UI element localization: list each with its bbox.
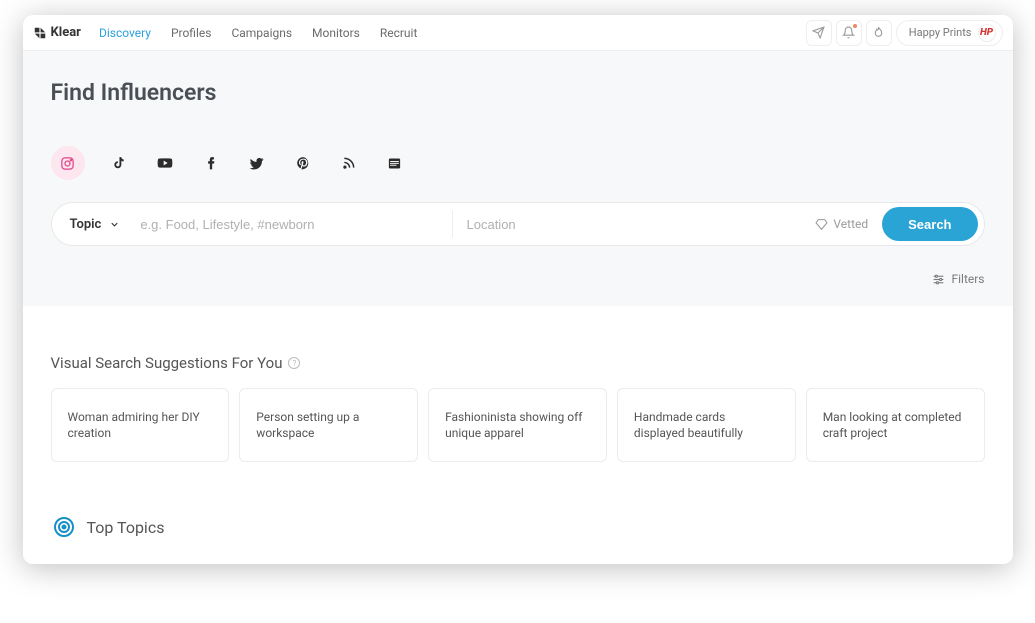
top-topics-label: Top Topics xyxy=(87,518,165,537)
paper-plane-icon xyxy=(812,26,825,39)
brand-logo[interactable]: Klear xyxy=(33,25,81,40)
website-icon xyxy=(387,156,402,171)
main-nav: Discovery Profiles Campaigns Monitors Re… xyxy=(99,26,417,40)
platform-twitter[interactable] xyxy=(245,151,269,175)
vetted-toggle[interactable]: Vetted xyxy=(801,217,882,231)
location-input[interactable] xyxy=(459,217,802,232)
account-menu[interactable]: Happy Prints HP xyxy=(896,20,1003,46)
filters-button[interactable]: Filters xyxy=(932,272,984,286)
suggestion-card[interactable]: Person setting up a workspace xyxy=(239,388,418,462)
help-icon[interactable]: ? xyxy=(288,357,300,369)
rss-icon xyxy=(342,156,356,170)
topbar: Klear Discovery Profiles Campaigns Monit… xyxy=(23,15,1013,51)
brand-icon xyxy=(33,26,47,40)
lower-section: Visual Search Suggestions For You ? Woma… xyxy=(23,306,1013,564)
nav-profiles[interactable]: Profiles xyxy=(171,26,212,40)
platform-tiktok[interactable] xyxy=(107,151,131,175)
bell-icon xyxy=(842,26,855,39)
suggestions-heading: Visual Search Suggestions For You xyxy=(51,354,283,372)
diamond-icon xyxy=(815,218,828,231)
tiktok-icon xyxy=(112,156,126,170)
suggestion-card[interactable]: Fashioninista showing off unique apparel xyxy=(428,388,607,462)
vetted-label: Vetted xyxy=(833,217,868,231)
chevron-down-icon xyxy=(109,219,120,230)
topic-dropdown-label: Topic xyxy=(70,217,102,232)
suggestions-grid: Woman admiring her DIY creation Person s… xyxy=(51,388,985,462)
top-topics-row: Top Topics xyxy=(51,514,985,540)
nav-discovery[interactable]: Discovery xyxy=(99,26,151,40)
page-title: Find Influencers xyxy=(51,79,985,106)
platform-pinterest[interactable] xyxy=(291,151,315,175)
search-button[interactable]: Search xyxy=(882,207,977,241)
topbar-right: Happy Prints HP xyxy=(806,20,1003,46)
suggestion-card[interactable]: Woman admiring her DIY creation xyxy=(51,388,230,462)
platform-facebook[interactable] xyxy=(199,151,223,175)
suggestions-heading-row: Visual Search Suggestions For You ? xyxy=(51,354,985,372)
filters-label: Filters xyxy=(951,272,984,286)
search-bar: Topic Vetted Search xyxy=(51,202,985,246)
account-avatar: HP xyxy=(978,24,996,42)
pinterest-icon xyxy=(296,156,310,170)
notifications-button[interactable] xyxy=(836,20,862,46)
send-button[interactable] xyxy=(806,20,832,46)
topic-dropdown[interactable]: Topic xyxy=(70,217,133,232)
target-icon xyxy=(51,514,77,540)
activity-button[interactable] xyxy=(866,20,892,46)
youtube-icon xyxy=(157,155,173,171)
divider xyxy=(452,210,453,238)
nav-campaigns[interactable]: Campaigns xyxy=(231,26,292,40)
instagram-icon xyxy=(60,156,75,171)
suggestion-card[interactable]: Handmade cards displayed beautifully xyxy=(617,388,796,462)
platform-website[interactable] xyxy=(383,151,407,175)
platform-rss[interactable] xyxy=(337,151,361,175)
filters-row: Filters xyxy=(51,272,985,286)
platform-selector xyxy=(51,146,985,180)
topic-input[interactable] xyxy=(132,217,445,232)
nav-recruit[interactable]: Recruit xyxy=(380,26,418,40)
suggestion-card[interactable]: Man looking at completed craft project xyxy=(806,388,985,462)
discovery-hero: Find Influencers xyxy=(23,51,1013,306)
app-window: Klear Discovery Profiles Campaigns Monit… xyxy=(23,15,1013,564)
sliders-icon xyxy=(932,273,945,286)
notification-dot xyxy=(853,24,857,28)
platform-instagram[interactable] xyxy=(51,146,85,180)
facebook-icon xyxy=(204,156,218,170)
account-name: Happy Prints xyxy=(909,26,972,39)
flame-icon xyxy=(872,26,885,39)
platform-youtube[interactable] xyxy=(153,151,177,175)
brand-name: Klear xyxy=(51,25,81,40)
twitter-icon xyxy=(249,156,264,171)
nav-monitors[interactable]: Monitors xyxy=(312,26,360,40)
